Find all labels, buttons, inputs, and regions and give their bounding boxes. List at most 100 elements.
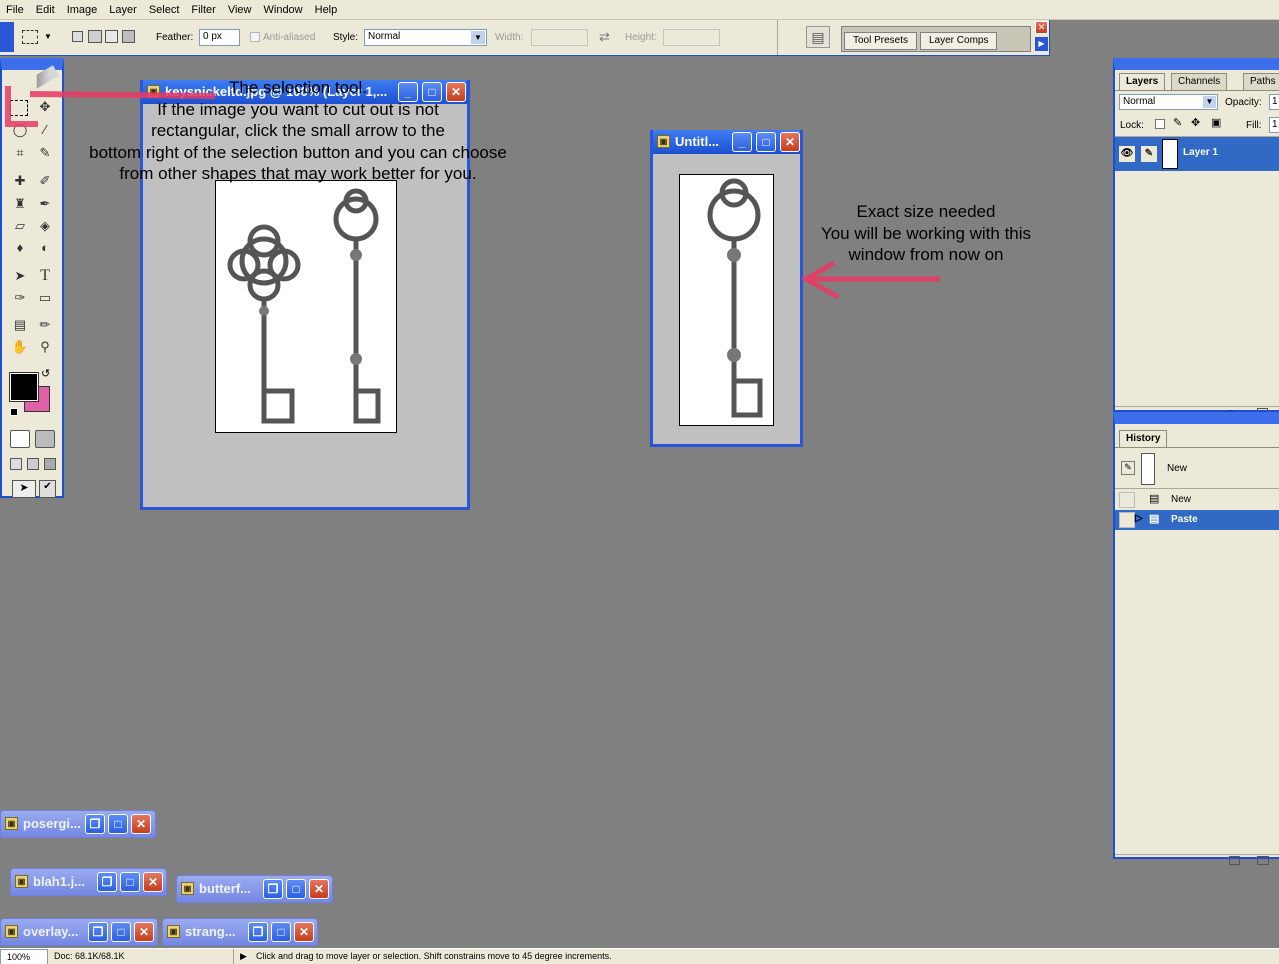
subtract-selection-icon[interactable] xyxy=(105,30,118,43)
lock-position-icon[interactable]: ✥ xyxy=(1191,116,1200,129)
healing-brush-icon[interactable]: ✚ xyxy=(10,171,30,191)
swap-icon[interactable]: ⇄ xyxy=(599,29,610,45)
options-bar-grip[interactable] xyxy=(0,22,14,52)
close-icon[interactable]: ✕ xyxy=(131,814,151,834)
history-state-box[interactable] xyxy=(1119,492,1135,508)
menu-filter[interactable]: Filter xyxy=(185,0,221,20)
maximize-icon[interactable]: □ xyxy=(111,922,131,942)
close-icon[interactable]: ✕ xyxy=(780,132,800,152)
zoom-level[interactable]: 100% xyxy=(0,949,48,964)
history-item[interactable]: ▤ New xyxy=(1115,490,1279,510)
keys-canvas[interactable] xyxy=(215,180,397,433)
width-input[interactable] xyxy=(531,29,588,46)
eyedropper-icon[interactable]: ✏ xyxy=(35,315,55,335)
eye-icon[interactable]: 👁 xyxy=(1119,146,1135,162)
close-icon[interactable]: ✕ xyxy=(309,879,329,899)
default-colors-icon[interactable] xyxy=(10,408,18,416)
tab-layer-comps[interactable]: Layer Comps xyxy=(920,32,998,50)
new-selection-icon[interactable] xyxy=(72,31,83,42)
status-menu-arrow-icon[interactable]: ▶ xyxy=(240,949,247,964)
history-brush-icon[interactable]: ✒ xyxy=(35,194,55,214)
maximize-icon[interactable]: □ xyxy=(108,814,128,834)
quick-mask-icon[interactable] xyxy=(35,430,55,448)
type-tool-icon[interactable]: T xyxy=(35,266,55,286)
standard-mode-icon[interactable] xyxy=(10,430,30,448)
height-input[interactable] xyxy=(663,29,720,46)
dodge-tool-icon[interactable]: ◐ xyxy=(35,238,55,258)
brush-tool-icon[interactable]: ✐ xyxy=(35,171,55,191)
path-selection-icon[interactable]: ➤ xyxy=(10,266,30,286)
restore-icon[interactable]: ❐ xyxy=(97,872,117,892)
history-item-selected[interactable]: ▷ ▤ Paste xyxy=(1115,510,1279,530)
swap-colors-icon[interactable]: ↺ xyxy=(41,367,50,380)
lock-pixels-icon[interactable]: ✎ xyxy=(1173,116,1182,129)
restore-icon[interactable]: ❐ xyxy=(248,922,268,942)
tab-paths[interactable]: Paths xyxy=(1243,73,1279,90)
menu-select[interactable]: Select xyxy=(143,0,186,20)
chevron-down-icon[interactable]: ▼ xyxy=(44,32,52,41)
opacity-input[interactable]: 1 xyxy=(1269,94,1279,110)
fill-input[interactable]: 1 xyxy=(1269,117,1279,133)
pen-tool-icon[interactable]: ✑ xyxy=(10,288,30,308)
marquee-preset-icon[interactable] xyxy=(22,30,38,44)
close-icon[interactable]: ✕ xyxy=(143,872,163,892)
intersect-selection-icon[interactable] xyxy=(122,30,135,43)
minimized-window[interactable]: ▣ blah1.j... ❐ □ ✕ xyxy=(10,868,167,896)
maximize-icon[interactable]: □ xyxy=(271,922,291,942)
blur-tool-icon[interactable]: ♦ xyxy=(10,238,30,258)
tab-channels[interactable]: Channels xyxy=(1171,73,1228,90)
foreground-color-swatch[interactable] xyxy=(9,372,39,402)
jump-to-imageready-icon[interactable]: ➤ xyxy=(12,480,36,498)
untitled-canvas[interactable] xyxy=(679,174,774,426)
close-icon[interactable]: ✕ xyxy=(294,922,314,942)
close-icon[interactable]: ✕ xyxy=(1035,21,1048,34)
minimize-icon[interactable]: _ xyxy=(732,132,752,152)
paint-bucket-icon[interactable]: ◈ xyxy=(35,216,55,236)
lock-transparency-icon[interactable] xyxy=(1155,119,1165,129)
document-window-untitled[interactable]: ▣ Untitl... _ □ ✕ xyxy=(650,130,803,447)
menu-image[interactable]: Image xyxy=(61,0,104,20)
screen-mode-standard-icon[interactable] xyxy=(10,458,22,470)
tab-tool-presets[interactable]: Tool Presets xyxy=(844,32,918,50)
restore-icon[interactable]: ❐ xyxy=(88,922,108,942)
restore-icon[interactable]: ❐ xyxy=(85,814,105,834)
eraser-tool-icon[interactable]: ▱ xyxy=(10,216,30,236)
layer-name[interactable]: Layer 1 xyxy=(1183,147,1218,158)
feather-input[interactable]: 0 px xyxy=(199,29,240,46)
menu-layer[interactable]: Layer xyxy=(103,0,143,20)
tab-history[interactable]: History xyxy=(1119,430,1168,447)
layer-row[interactable]: 👁 ✎ Layer 1 xyxy=(1115,137,1279,171)
screen-mode-menu-icon[interactable] xyxy=(27,458,39,470)
expand-arrow-icon[interactable]: ▶ xyxy=(1035,37,1048,51)
maximize-icon[interactable]: □ xyxy=(756,132,776,152)
new-document-icon[interactable] xyxy=(1229,856,1240,865)
lock-all-icon[interactable]: ▣ xyxy=(1211,116,1221,129)
antialias-checkbox[interactable] xyxy=(250,32,260,42)
menu-view[interactable]: View xyxy=(222,0,258,20)
history-state-box[interactable] xyxy=(1119,512,1135,528)
add-selection-icon[interactable] xyxy=(88,30,102,43)
slice-tool-icon[interactable]: ✎ xyxy=(35,143,55,163)
untitled-window-titlebar[interactable]: ▣ Untitl... _ □ ✕ xyxy=(653,130,800,154)
menu-edit[interactable]: Edit xyxy=(30,0,61,20)
menu-window[interactable]: Window xyxy=(258,0,309,20)
palette-well-icon[interactable]: ▤ xyxy=(806,26,830,48)
style-select[interactable]: Normal ▼ xyxy=(364,29,487,46)
zoom-tool-icon[interactable]: ⚲ xyxy=(35,337,55,357)
minimized-window[interactable]: ▣ strang... ❐ □ ✕ xyxy=(162,918,318,946)
snapshot-camera-icon[interactable] xyxy=(1257,856,1269,865)
snapshot-row[interactable]: ✎ New xyxy=(1115,449,1279,489)
shape-tool-icon[interactable]: ▭ xyxy=(35,288,55,308)
minimized-window[interactable]: ▣ posergi... ❐ □ ✕ xyxy=(0,810,156,838)
close-icon[interactable]: ✕ xyxy=(134,922,154,942)
crop-tool-icon[interactable]: ⌗ xyxy=(10,143,30,163)
hand-tool-icon[interactable]: ✋ xyxy=(10,337,30,357)
menu-file[interactable]: File xyxy=(0,0,30,20)
restore-icon[interactable]: ❐ xyxy=(263,879,283,899)
menu-help[interactable]: Help xyxy=(309,0,344,20)
clone-stamp-icon[interactable]: ♜ xyxy=(10,194,30,214)
blend-mode-select[interactable]: Normal ▼ xyxy=(1119,94,1218,110)
maximize-icon[interactable]: □ xyxy=(286,879,306,899)
maximize-icon[interactable]: □ xyxy=(120,872,140,892)
imageready-icon[interactable]: ✔ xyxy=(39,480,56,498)
